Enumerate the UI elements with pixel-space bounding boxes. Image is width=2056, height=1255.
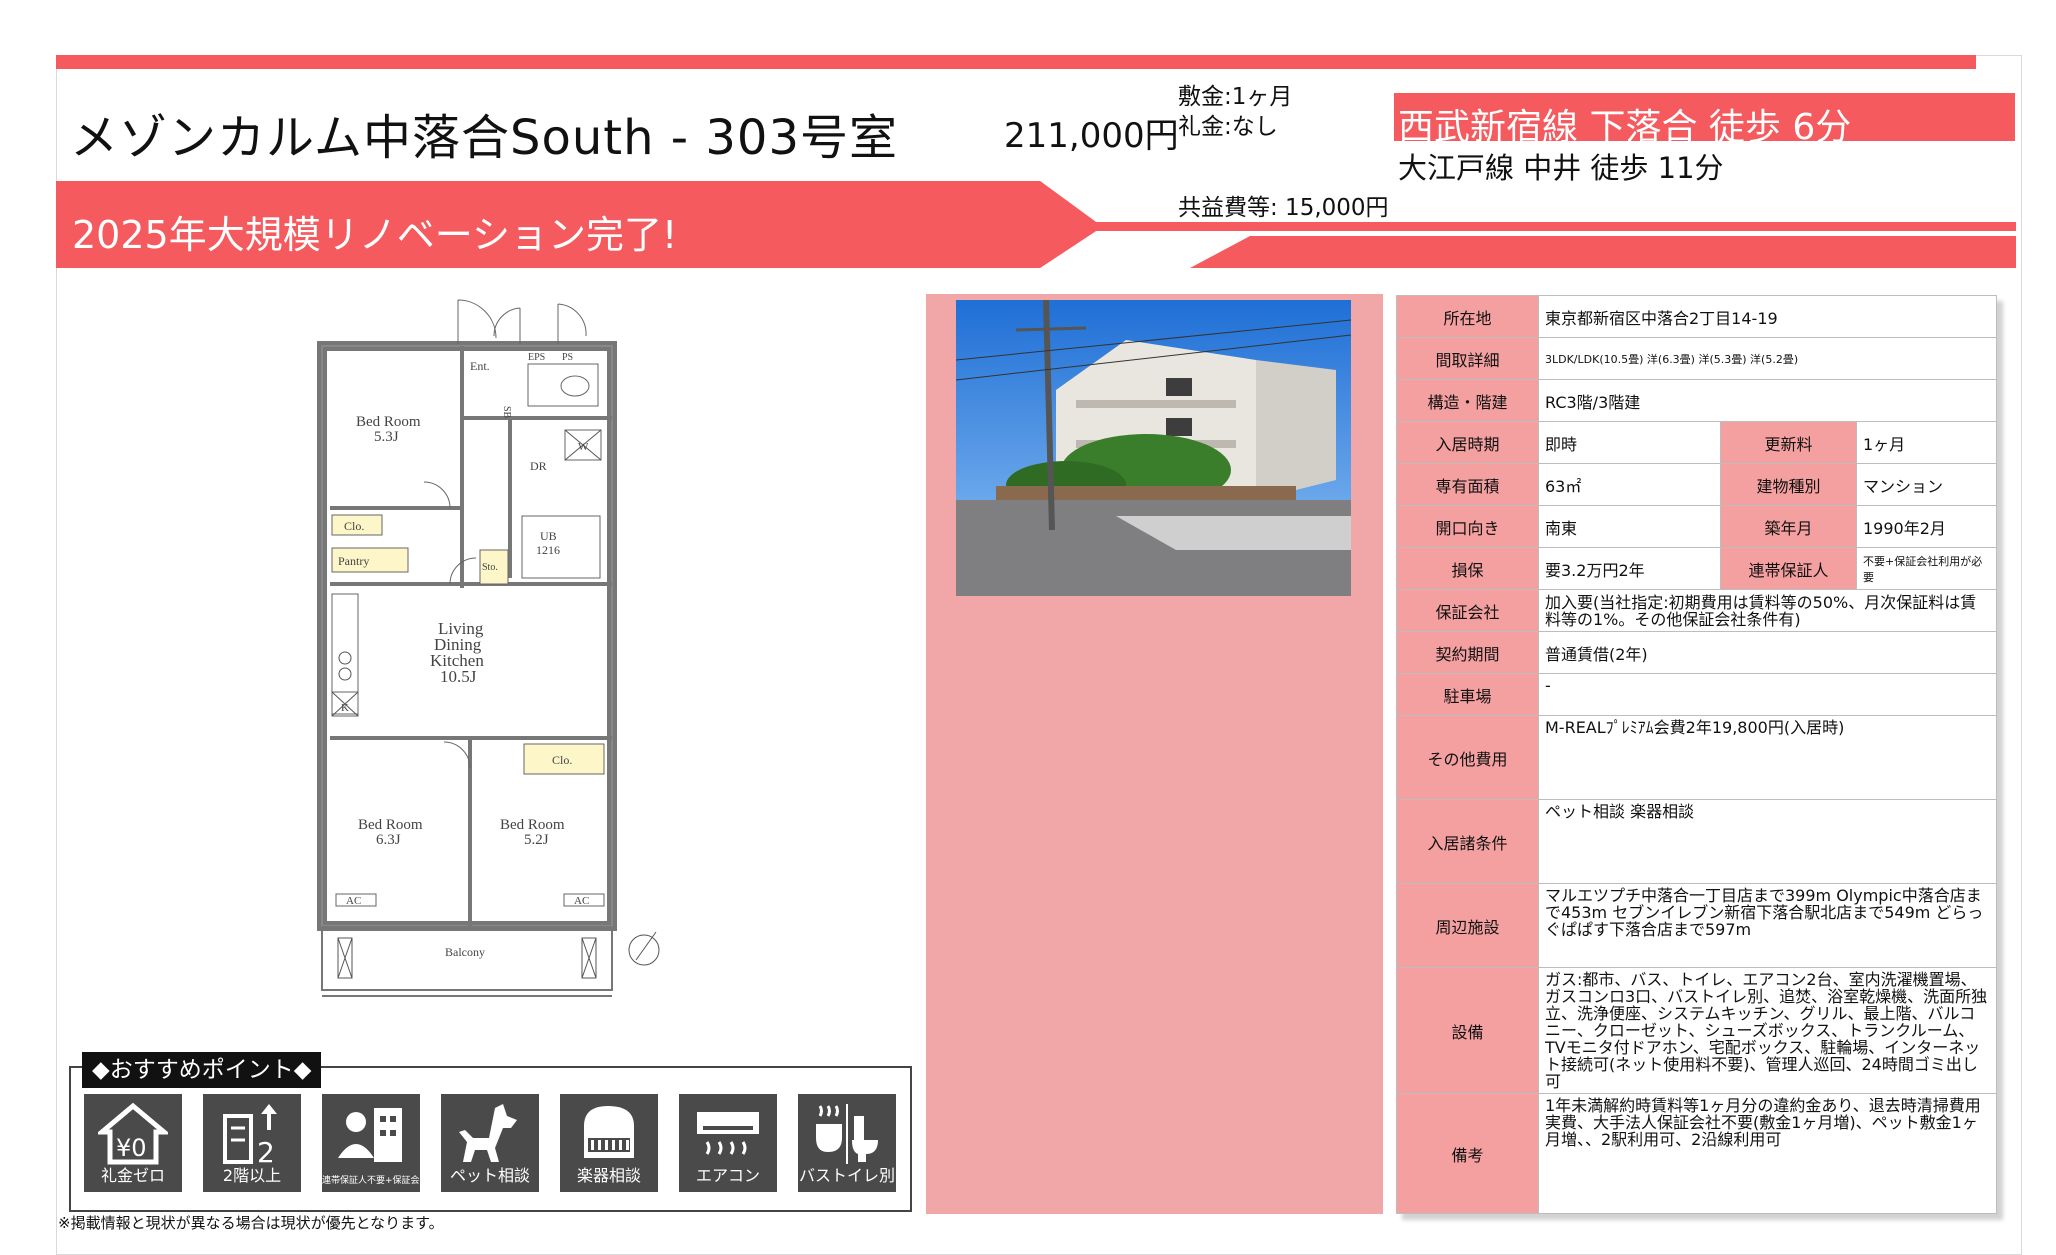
yen-zero-house-icon: ¥0 [98, 1102, 168, 1165]
spec-row-equipment: 設備 ガス:都市、バス、トイレ、エアコン2台、室内洗濯機置場、ガスコンロ3口、バ… [1396, 967, 1998, 1094]
point-instrument: 楽器相談 [560, 1094, 658, 1192]
floor-plan: Ent. EPS PS SB W DR Bed Room 5.3J Clo. P… [317, 299, 660, 997]
building-photo [956, 300, 1351, 596]
spec-row-parking: 駐車場 - [1396, 673, 1998, 716]
point-second-floor: 2 2階以上 [203, 1094, 301, 1192]
spec-row-address: 所在地 東京都新宿区中落合2丁目14-19 [1396, 295, 1998, 338]
dog-icon [459, 1104, 517, 1162]
point-no-key-money: ¥0 礼金ゼロ [84, 1094, 182, 1192]
fp-ub-size: 1216 [536, 543, 560, 557]
fp-clo-1: Clo. [344, 519, 364, 533]
bath-toilet-icon [816, 1104, 878, 1164]
fp-ub: UB [540, 529, 557, 543]
point-guarantor: 連帯保証人不要+保証会社利用が必要 [322, 1094, 474, 1192]
fp-sto: Sto. [482, 562, 498, 573]
fp-clo-2: Clo. [552, 753, 572, 767]
fp-ldk-size: 10.5J [440, 667, 477, 686]
point-pet: ペット相談 [441, 1094, 539, 1192]
air-conditioner-icon [697, 1112, 759, 1155]
fp-ent: Ent. [470, 359, 490, 373]
property-spec-table: 所在地 東京都新宿区中落合2丁目14-19 間取詳細 3LDK/LDK(10.5… [1396, 295, 1998, 1214]
spec-row-insurance: 損保 要3.2万円2年 連帯保証人 不要+保証会社利用が必要 [1396, 547, 1998, 590]
point-bath-toilet: バストイレ別 [798, 1094, 896, 1192]
renovation-banner: 2025年大規模リノベーション完了! [72, 213, 678, 257]
svg-text:¥0: ¥0 [116, 1134, 147, 1162]
point-aircon: エアコン [679, 1094, 777, 1192]
fp-bedroom-3-size: 5.2J [524, 832, 549, 848]
fp-pantry: Pantry [338, 554, 369, 568]
fp-ac-1: AC [346, 895, 361, 907]
fp-ps: PS [562, 352, 573, 363]
spec-row-remarks: 備考 1年未満解約時賃料等1ヶ月分の違約金あり、退去時清掃費用実費、大手法人保証… [1396, 1093, 1998, 1214]
fp-eps: EPS [528, 352, 545, 363]
spec-row-layout: 間取詳細 3LDK/LDK(10.5畳) 洋(6.3畳) 洋(5.3畳) 洋(5… [1396, 337, 1998, 380]
fp-k: K [341, 702, 349, 714]
spec-row-structure: 構造・階建 RC3階/3階建 [1396, 379, 1998, 422]
spec-row-other-fees: その他費用 M-REALﾌﾟﾚﾐｱﾑ会費2年19,800円(入居時) [1396, 715, 1998, 800]
piano-icon [584, 1106, 634, 1158]
fp-bedroom-1-size: 5.3J [374, 429, 399, 445]
spec-row-area: 専有面積 63㎡ 建物種別 マンション [1396, 463, 1998, 506]
fp-balcony: Balcony [445, 945, 485, 959]
fp-bedroom-3: Bed Room [500, 817, 565, 833]
fp-sb: SB [501, 406, 512, 419]
recommend-points-title: ◆おすすめポイント◆ [82, 1052, 322, 1088]
spec-row-guarantee: 保証会社 加入要(当社指定:初期費用は賃料等の50%、月次保証料は賃料等の1%。… [1396, 589, 1998, 632]
spec-row-nearby: 周辺施設 マルエツプチ中落合一丁目店まで399m Olympic中落合店まで45… [1396, 883, 1998, 968]
fp-ac-2: AC [574, 895, 589, 907]
building-floor-2-icon: 2 [223, 1104, 277, 1166]
fp-dr: DR [530, 459, 547, 473]
spec-row-contract: 契約期間 普通賃借(2年) [1396, 631, 1998, 674]
guarantor-person-building-icon [338, 1108, 402, 1162]
spec-row-conditions: 入居諸条件 ペット相談 楽器相談 [1396, 799, 1998, 884]
fp-w: W [578, 441, 589, 453]
fp-bedroom-2: Bed Room [358, 817, 423, 833]
spec-row-move-in: 入居時期 即時 更新料 1ヶ月 [1396, 421, 1998, 464]
fp-bedroom-2-size: 6.3J [376, 832, 401, 848]
fp-bedroom-1: Bed Room [356, 414, 421, 430]
spec-row-orientation: 開口向き 南東 築年月 1990年2月 [1396, 505, 1998, 548]
footnote: ※掲載情報と現状が異なる場合は現状が優先となります。 [58, 1214, 444, 1232]
